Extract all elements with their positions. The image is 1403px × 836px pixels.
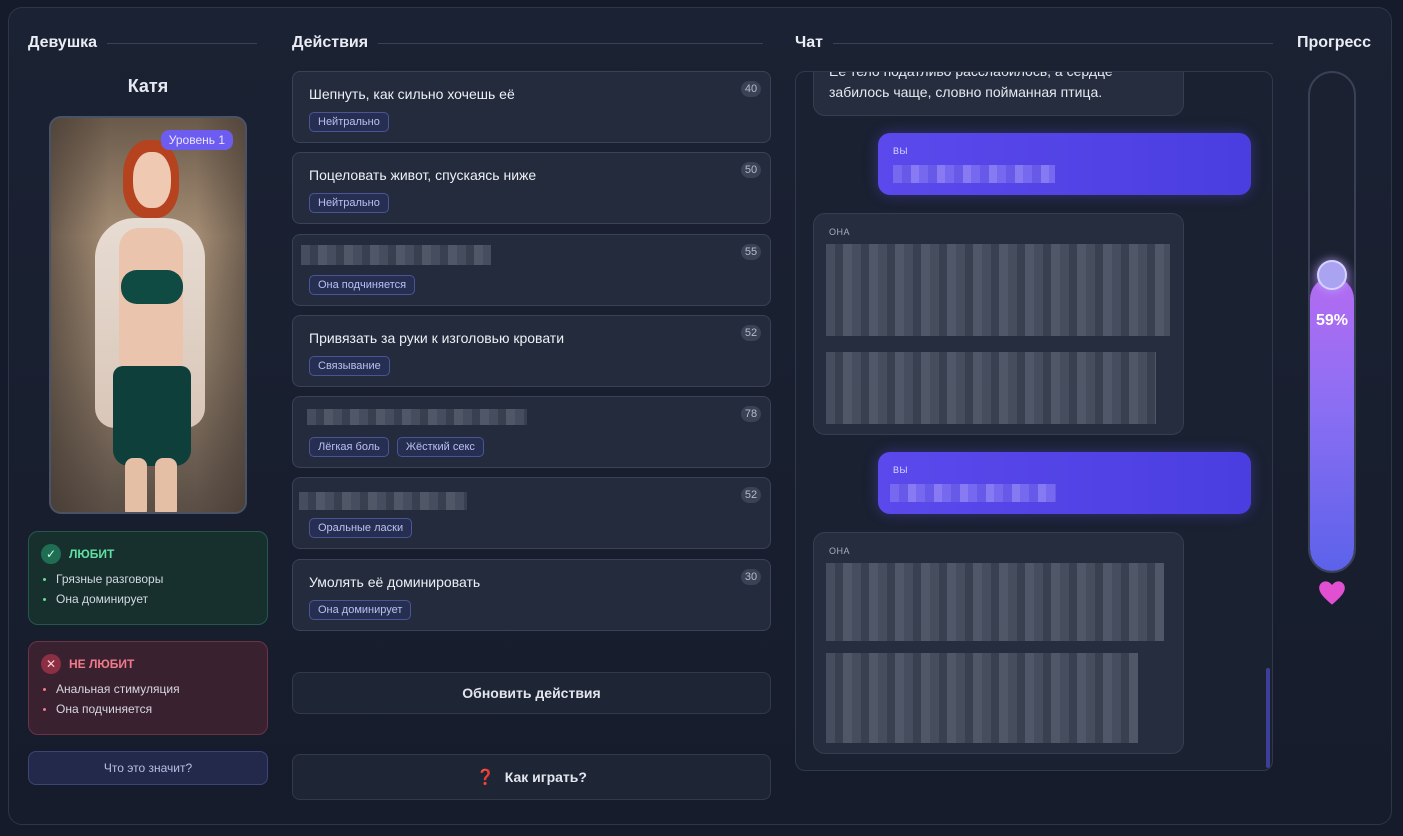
action-card[interactable]: 52 Оральные ласки (292, 477, 771, 549)
action-cost-badge: 30 (741, 569, 761, 585)
girl-name: Катя (127, 76, 169, 96)
dislikes-panel: ✕ НЕ ЛЮБИТ Анальная стимуляция Она подчи… (28, 641, 268, 735)
redacted-text (826, 563, 1164, 641)
action-tag: Нейтрально (309, 112, 389, 132)
cross-icon: ✕ (41, 654, 61, 674)
redacted-text (299, 492, 467, 510)
action-cost-badge: 40 (741, 81, 761, 97)
action-text: Привязать за руки к изголовью кровати (309, 330, 565, 346)
what-does-it-mean-button[interactable]: Что это значит? (28, 751, 268, 785)
chat-scrollbar[interactable] (1266, 668, 1270, 768)
action-card[interactable]: Шепнуть, как сильно хочешь её 40 Нейтрал… (292, 71, 771, 143)
progress-percent: 59% (1315, 312, 1349, 329)
section-title-chat: Чат (795, 34, 1273, 52)
action-text: Шепнуть, как сильно хочешь её (309, 86, 515, 102)
section-chat-label: Чат (795, 34, 823, 51)
redacted-text (826, 653, 1138, 743)
sender-label: ВЫ (893, 465, 908, 475)
heart-icon (1319, 581, 1345, 605)
divider (107, 42, 258, 44)
divider (832, 42, 1273, 44)
section-progress-label: Прогресс (1297, 34, 1371, 51)
divider (378, 42, 764, 44)
action-tag: Лёгкая боль (309, 437, 389, 457)
action-tag: Связывание (309, 356, 390, 376)
section-girl-label: Девушка (28, 34, 98, 51)
redacted-text (893, 165, 1055, 183)
dislikes-title: НЕ ЛЮБИТ (69, 657, 135, 671)
how-to-play-label: Как играть? (504, 769, 587, 785)
level-badge: Уровень 1 (160, 130, 233, 150)
dislike-item: Анальная стимуляция (41, 682, 255, 696)
refresh-actions-button[interactable]: Обновить действия (292, 672, 771, 714)
likes-title: ЛЮБИТ (69, 547, 115, 561)
likes-panel: ✓ ЛЮБИТ Грязные разговоры Она доминирует (28, 531, 268, 625)
section-title-girl: Девушка (28, 34, 258, 52)
action-cost-badge: 50 (741, 162, 761, 178)
action-cost-badge: 52 (741, 325, 761, 341)
top-shape (121, 270, 183, 304)
like-item: Грязные разговоры (41, 572, 255, 586)
chat-message-me: ВЫ (878, 452, 1251, 514)
redacted-text (890, 484, 1056, 502)
action-tag: Жёсткий секс (396, 437, 484, 457)
action-cost-badge: 78 (741, 406, 761, 422)
sender-label: ОНА (829, 227, 851, 237)
action-tag: Оральные ласки (309, 518, 413, 538)
check-icon: ✓ (41, 544, 61, 564)
action-card[interactable]: Привязать за руки к изголовью кровати 52… (292, 315, 771, 387)
section-actions-label: Действия (292, 34, 369, 51)
action-cost-badge: 55 (741, 244, 761, 260)
action-card[interactable]: 78 Лёгкая боль Жёсткий секс (292, 396, 771, 468)
action-tag: Она доминирует (309, 600, 412, 620)
redacted-text (826, 352, 1156, 424)
leg-right (155, 458, 177, 512)
chat-message-she: ОНА (813, 213, 1184, 435)
sender-label: ОНА (829, 546, 851, 556)
action-cost-badge: 52 (741, 487, 761, 503)
action-card[interactable]: Поцеловать живот, спускаясь ниже 50 Нейт… (292, 152, 771, 224)
redacted-text (826, 244, 1170, 336)
dislike-item: Она подчиняется (41, 702, 255, 716)
skirt-shape (113, 366, 191, 466)
action-card[interactable]: 55 Она подчиняется (292, 234, 771, 306)
message-text: Её тело податливо расслабилось, а сердце… (829, 71, 1113, 100)
girl-portrait[interactable]: Уровень 1 (49, 116, 247, 514)
leg-left (125, 458, 147, 512)
redacted-text (301, 245, 491, 265)
chat-panel[interactable]: Её тело податливо расслабилось, а сердце… (795, 71, 1273, 771)
redacted-text (307, 409, 527, 425)
face-shape (133, 152, 171, 208)
action-text: Умолять её доминировать (309, 574, 481, 590)
question-icon: ❓ (476, 769, 495, 786)
section-title-progress: Прогресс (1297, 34, 1371, 52)
chat-message-she: Её тело податливо расслабилось, а сердце… (813, 71, 1184, 116)
chat-message-she: ОНА (813, 532, 1184, 754)
how-to-play-button[interactable]: ❓ Как играть? (292, 754, 771, 800)
action-tag: Нейтрально (309, 193, 389, 213)
action-card[interactable]: Умолять её доминировать 30 Она доминируе… (292, 559, 771, 631)
section-title-actions: Действия (292, 34, 764, 52)
action-tag: Она подчиняется (309, 275, 416, 295)
progress-knob (1317, 260, 1347, 290)
chat-message-me: ВЫ (878, 133, 1251, 195)
like-item: Она доминирует (41, 592, 255, 606)
action-text: Поцеловать живот, спускаясь ниже (309, 167, 537, 183)
sender-label: ВЫ (893, 146, 908, 156)
